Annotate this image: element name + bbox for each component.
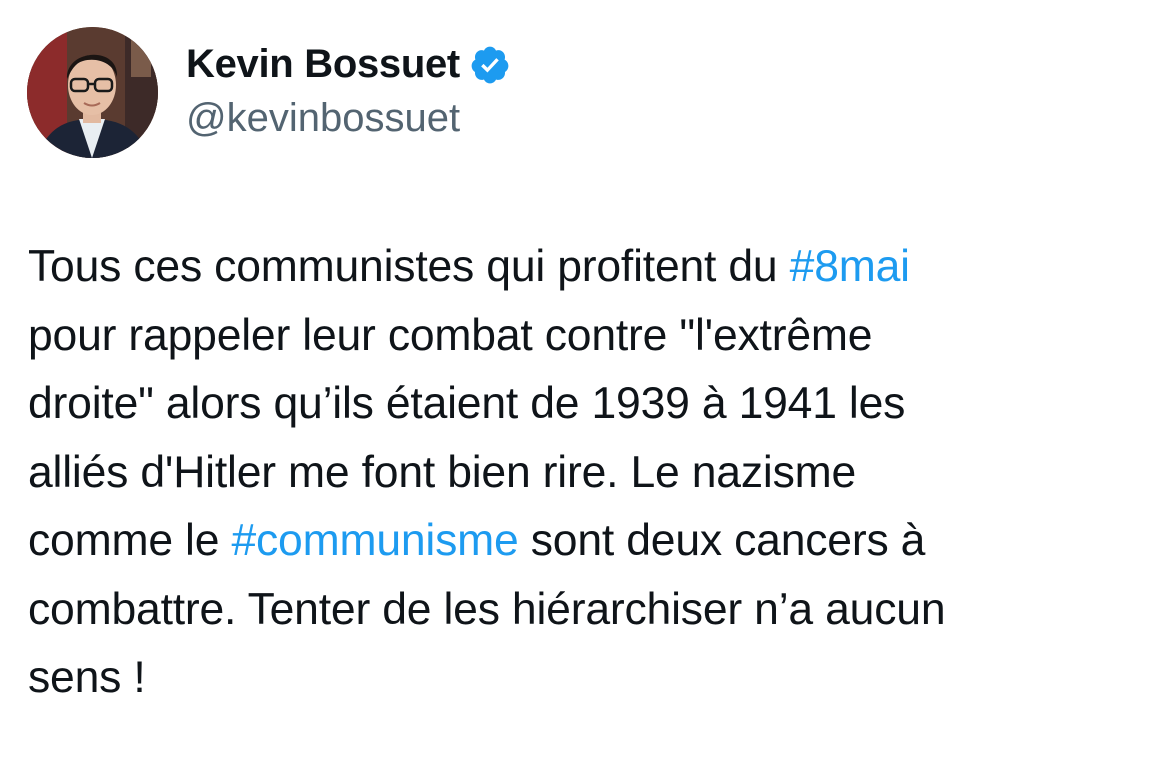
tweet-text: Tous ces communistes qui profitent du #8… [28, 233, 1138, 713]
avatar-photo [27, 27, 158, 158]
tweet-text-segment: sont deux cancers à [518, 516, 926, 565]
author-handle[interactable]: @kevinbossuet [186, 96, 460, 141]
tweet-text-line: alliés d'Hitler me font bien rire. Le na… [28, 439, 1138, 508]
hashtag-link[interactable]: #8mai [790, 242, 910, 291]
tweet-text-line: combattre. Tenter de les hiérarchiser n’… [28, 576, 1138, 645]
tweet-text-segment: alliés d'Hitler me font bien rire. Le na… [28, 447, 857, 497]
author-name-row: Kevin Bossuet [186, 42, 511, 87]
tweet-text-segment: Tous ces communistes qui profitent du [28, 242, 790, 291]
tweet-text-segment: sens ! [28, 653, 146, 702]
author-display-name[interactable]: Kevin Bossuet [186, 42, 460, 87]
tweet-text-line: comme le #communisme sont deux cancers à [28, 507, 1138, 576]
tweet-text-segment: pour rappeler leur combat contre "l'extr… [28, 310, 873, 360]
tweet-text-line: droite" alors qu’ils étaient de 1939 à 1… [28, 370, 1138, 439]
tweet-text-segment: combattre. Tenter de les hiérarchiser n’… [28, 584, 946, 634]
tweet-text-line: pour rappeler leur combat contre "l'extr… [28, 302, 1138, 371]
tweet-text-line: Tous ces communistes qui profitent du #8… [28, 233, 1138, 302]
tweet-card: Kevin Bossuet @kevinbossuet Tous ces com… [0, 0, 1154, 765]
author-avatar[interactable] [27, 27, 158, 158]
hashtag-link[interactable]: #communisme [231, 516, 518, 565]
verified-badge-icon [469, 44, 511, 86]
tweet-text-segment: comme le [28, 516, 232, 565]
tweet-text-segment: droite" alors qu’ils étaient de 1939 à 1… [28, 379, 906, 428]
tweet-text-line: sens ! [28, 644, 1138, 713]
